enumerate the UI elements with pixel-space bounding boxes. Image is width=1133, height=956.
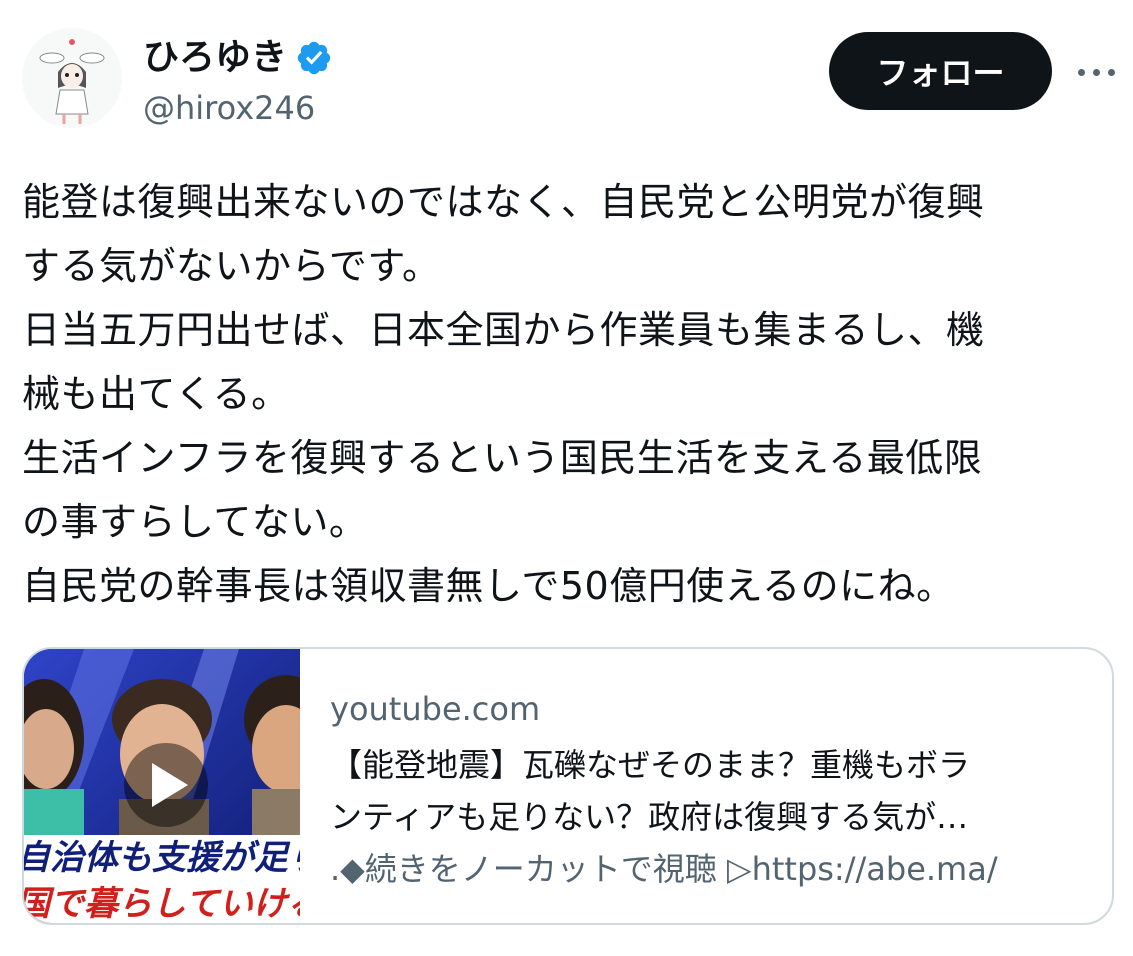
link-preview-card[interactable]: 自治体も支援が足りな 国で暮らしていけるの youtube.com 【能登地震】…: [22, 647, 1114, 925]
tweet-line: 能登は復興出来ないのではなく、自民党と公明党が復興: [22, 180, 985, 224]
link-description: .◆続きをノーカットで視聴 ▷https://abe.ma/: [330, 850, 998, 888]
tweet-line: 生活インフラを復興するという国民生活を支える最低限: [22, 436, 983, 480]
svg-text:国で暮らしていけるの: 国で暮らしていけるの: [24, 885, 300, 923]
more-horizontal-icon: [1074, 68, 1119, 76]
tweet-text: 能登は復興出来ないのではなく、自民党と公明党が復興 する気がないからです。 日当…: [22, 170, 1112, 618]
user-name-row: ひろゆき: [143, 34, 333, 82]
link-title-line1: 【能登地震】瓦礫なぜそのまま？重機もボラ: [330, 746, 971, 784]
link-title-line2: ンティアも足りない？政府は復興する気が…: [330, 798, 969, 836]
avatar[interactable]: [22, 28, 122, 128]
link-domain: youtube.com: [330, 690, 541, 728]
svg-text:自治体も支援が足りな: 自治体も支援が足りな: [24, 839, 300, 877]
tweet-line: 自民党の幹事長は領収書無しで50億円使えるのにね。: [22, 564, 955, 608]
follow-button[interactable]: フォロー: [829, 32, 1052, 110]
tweet-line: 械も出てくる。: [22, 372, 290, 416]
link-card-info: youtube.com 【能登地震】瓦礫なぜそのまま？重機もボラ ンティアも足り…: [330, 687, 1090, 895]
avatar-illustration: [22, 28, 122, 128]
video-thumbnail[interactable]: 自治体も支援が足りな 国で暮らしていけるの: [24, 649, 300, 923]
verified-badge-icon[interactable]: [295, 39, 333, 77]
tweet-line: 日当五万円出せば、日本全国から作業員も集まるし、機: [22, 308, 985, 352]
play-icon: [124, 743, 208, 827]
user-handle[interactable]: @hirox246: [143, 88, 315, 128]
tweet-line: の事すらしてない。: [22, 500, 368, 544]
tweet-line: する気がないからです。: [22, 244, 441, 288]
display-name[interactable]: ひろゆき: [143, 34, 287, 82]
more-options-button[interactable]: [1068, 50, 1124, 94]
